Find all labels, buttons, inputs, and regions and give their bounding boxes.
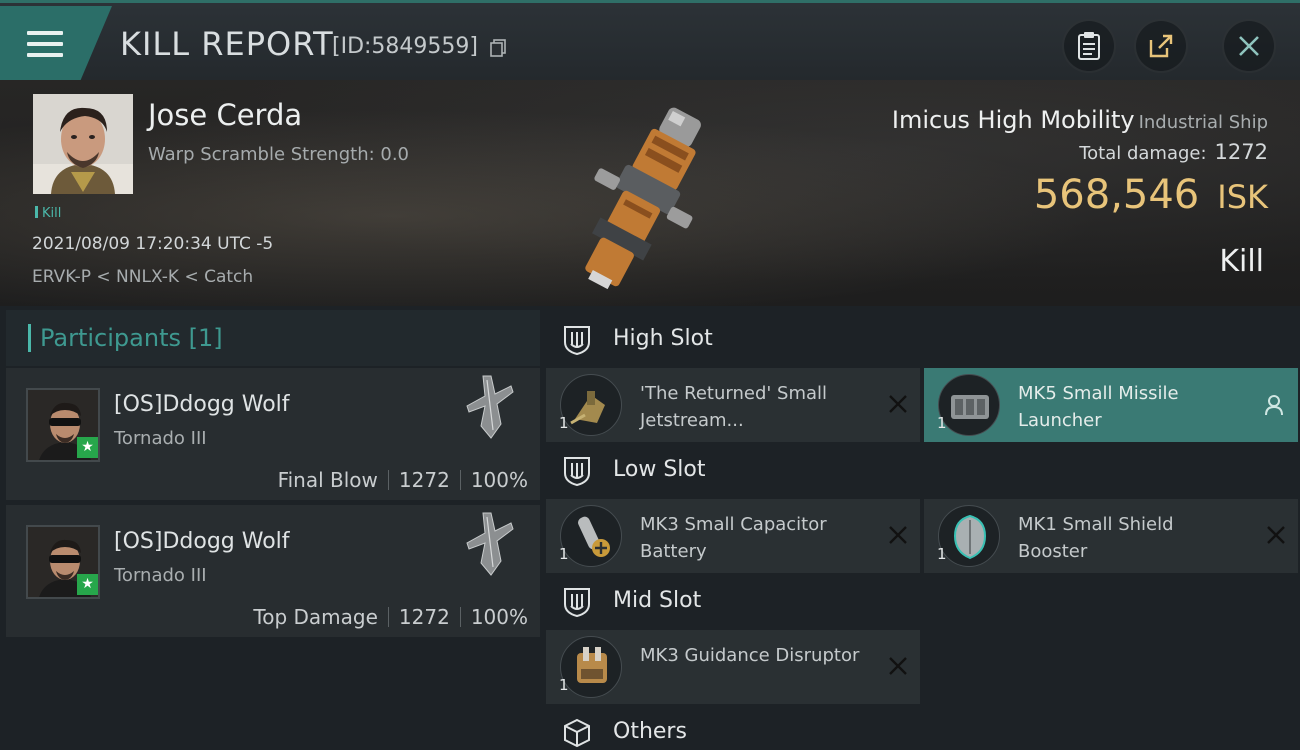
item-name: MK1 Small Shield Booster — [1018, 514, 1174, 562]
others-label: Others — [613, 719, 687, 744]
mid-slot-header: Mid Slot — [545, 576, 1300, 628]
participant-role: Top Damage — [253, 605, 378, 629]
participants-title: Participants [1] — [40, 324, 223, 352]
isk-amount: 568,546 — [1033, 172, 1200, 218]
fitting-item[interactable]: 1 MK3 Small Capacitor Battery — [546, 499, 920, 573]
participant-damage: 1272 — [398, 468, 450, 492]
high-slot-label: High Slot — [613, 326, 713, 351]
victim-name: Jose Cerda — [148, 98, 303, 132]
participant-stats: Top Damage 1272 100% — [253, 605, 528, 629]
destroyed-x-icon — [889, 657, 907, 675]
total-damage-value: 1272 — [1214, 140, 1268, 164]
item-icon — [938, 374, 1000, 436]
kill-datetime: 2021/08/09 17:20:34 UTC -5 — [32, 234, 274, 254]
isk-unit: ISK — [1217, 178, 1268, 216]
header-bar: KILL REPORT [ID:5849559] — [0, 0, 1300, 80]
item-icon — [560, 374, 622, 436]
low-slot-label: Low Slot — [613, 457, 706, 482]
star-badge-icon: ★ — [77, 574, 98, 595]
item-icon — [938, 505, 1000, 567]
warp-scramble-strength: Warp Scramble Strength: 0.0 — [148, 144, 410, 165]
menu-icon — [27, 31, 63, 57]
participant-row[interactable]: ★ [OS]Ddogg Wolf Tornado III Top Damage 1… — [6, 505, 540, 637]
fitting-item[interactable]: 1 MK3 Guidance Disruptor — [546, 630, 920, 704]
clipboard-icon — [1078, 32, 1100, 60]
item-icon — [560, 505, 622, 567]
isk-value: 568,546 ISK — [1034, 172, 1268, 218]
participant-ship: Tornado III — [114, 565, 207, 586]
item-name: MK3 Guidance Disruptor — [640, 645, 860, 666]
item-quantity: 1 — [559, 676, 569, 694]
participant-damage: 1272 — [398, 605, 450, 629]
item-quantity: 1 — [937, 545, 947, 563]
participant-percent: 100% — [470, 605, 528, 629]
destroyed-x-icon — [889, 395, 907, 413]
victim-ship-image — [585, 107, 701, 290]
item-name: MK5 Small Missile Launcher — [1018, 383, 1179, 431]
participant-stats: Final Blow 1272 100% — [278, 468, 528, 492]
kill-location-route: ERVK-P < NNLX-K < Catch — [32, 267, 254, 287]
copy-icon[interactable] — [490, 39, 506, 57]
fitting-item[interactable]: 1 'The Returned' Small Jetstream... — [546, 368, 920, 442]
menu-button[interactable] — [0, 6, 112, 80]
total-damage-label: Total damage: — [1079, 143, 1207, 164]
clipboard-button[interactable] — [1062, 19, 1116, 73]
person-icon — [1265, 395, 1283, 416]
victim-ship-name: Imicus High Mobility Industrial Ship — [892, 106, 1268, 134]
share-icon — [1149, 34, 1173, 58]
low-slot-header: Low Slot — [545, 445, 1300, 497]
fitting-item[interactable]: 1 MK1 Small Shield Booster — [924, 499, 1298, 573]
item-name: MK3 Small Capacitor Battery — [640, 514, 827, 562]
participant-row[interactable]: ★ [OS]Ddogg Wolf Tornado III Final Blow 1… — [6, 368, 540, 500]
high-slot-icon — [564, 326, 590, 356]
participant-percent: 100% — [470, 468, 528, 492]
kill-tag: Kill — [35, 206, 61, 221]
item-quantity: 1 — [559, 414, 569, 432]
star-badge-icon: ★ — [77, 437, 98, 458]
low-slot-icon — [564, 457, 590, 487]
participant-ship-icon — [466, 512, 514, 576]
ship-type: Imicus High Mobility — [891, 106, 1135, 134]
participant-name: [OS]Ddogg Wolf — [114, 529, 290, 554]
mid-slot-label: Mid Slot — [613, 588, 702, 613]
item-icon — [560, 636, 622, 698]
high-slot-header: High Slot — [545, 314, 1300, 366]
kill-banner: Jose Cerda Warp Scramble Strength: 0.0 K… — [0, 80, 1300, 306]
cube-icon — [564, 718, 590, 748]
close-button[interactable] — [1222, 19, 1276, 73]
report-id: [ID:5849559] — [332, 34, 478, 59]
mid-slot-icon — [564, 588, 590, 618]
page-title: KILL REPORT — [120, 25, 334, 63]
destroyed-x-icon — [889, 526, 907, 544]
item-name: 'The Returned' Small Jetstream... — [640, 383, 828, 431]
kill-result: Kill — [1219, 244, 1264, 279]
others-header: Others — [545, 707, 1300, 750]
item-quantity: 1 — [559, 545, 569, 563]
destroyed-x-icon — [1267, 526, 1285, 544]
participant-ship-icon — [466, 375, 514, 439]
participant-ship: Tornado III — [114, 428, 207, 449]
share-button[interactable] — [1134, 19, 1188, 73]
participant-name: [OS]Ddogg Wolf — [114, 392, 290, 417]
participant-role: Final Blow — [277, 468, 378, 492]
ship-class: Industrial Ship — [1138, 112, 1268, 133]
close-icon — [1239, 36, 1259, 56]
fitting-item[interactable]: 1 MK5 Small Missile Launcher — [924, 368, 1298, 442]
item-quantity: 1 — [937, 414, 947, 432]
participants-header: Participants [1] — [6, 310, 540, 366]
total-damage: Total damage: 1272 — [1079, 140, 1268, 164]
victim-portrait[interactable] — [33, 94, 133, 194]
